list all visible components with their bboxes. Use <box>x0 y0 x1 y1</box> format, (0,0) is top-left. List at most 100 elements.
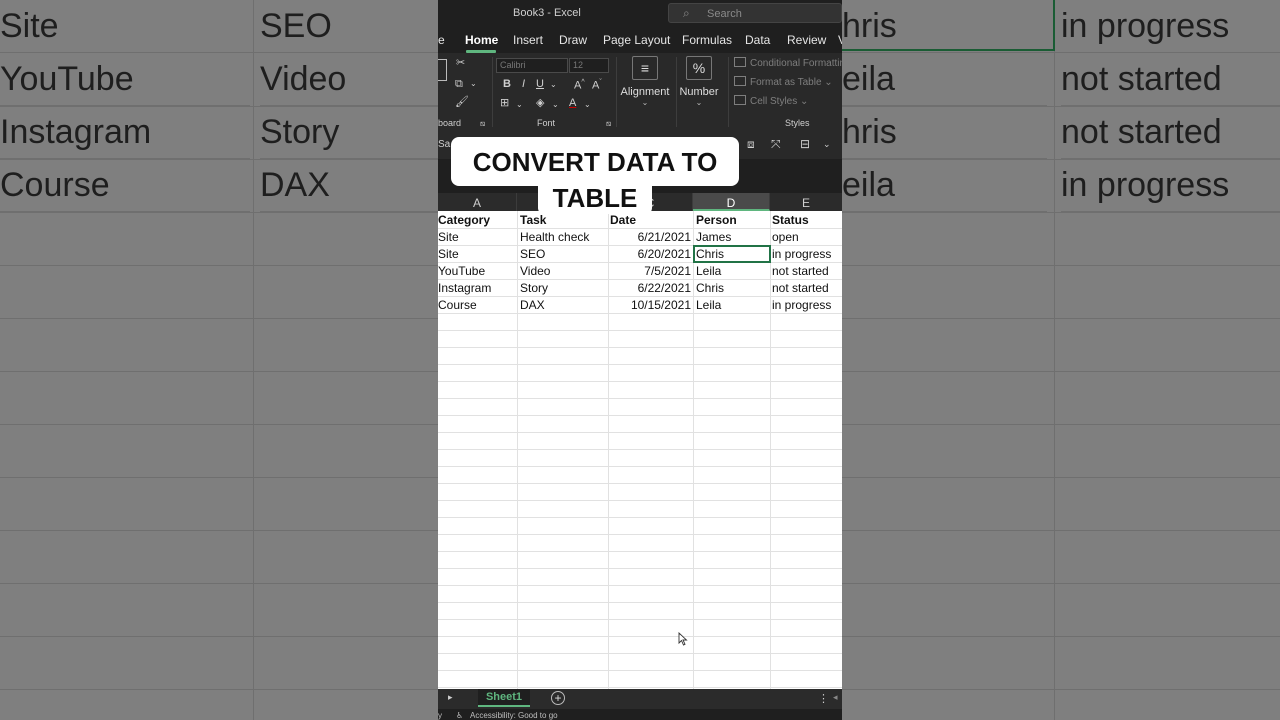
gridline <box>770 211 771 689</box>
table-cell[interactable]: Chris <box>696 279 768 296</box>
copy-caret-icon[interactable]: ⌄ <box>470 78 477 90</box>
paste-icon[interactable] <box>438 59 447 81</box>
filter-sort-icon[interactable]: ⤧ <box>771 137 781 152</box>
font-launcher-icon[interactable]: ⧅ <box>606 118 611 130</box>
underline-icon[interactable]: U <box>536 78 544 90</box>
number-button[interactable]: % Number ⌄ <box>671 56 727 108</box>
ribbon-home: ✂ ⧉ ⌄ 🖌 board ⧅ Calibri 12 B I U ⌄ A^ Aˇ… <box>438 53 842 131</box>
table-cell[interactable]: in progress <box>772 296 842 313</box>
column-header-a[interactable]: A <box>438 193 517 211</box>
fill-caret-icon[interactable]: ⌄ <box>552 99 559 111</box>
table-cell[interactable]: DAX <box>520 296 606 313</box>
table-cell[interactable]: Video <box>520 262 606 279</box>
table-icon[interactable]: ⊟ <box>800 137 810 151</box>
font-color-icon[interactable]: A <box>569 97 576 109</box>
bg-cell: Video <box>260 53 438 106</box>
bg-cell: eila <box>842 159 1047 212</box>
table-cell[interactable]: in progress <box>772 245 842 262</box>
borders-icon[interactable]: ⊞ <box>500 97 509 109</box>
table-cell[interactable]: Instagram <box>438 279 516 296</box>
table-cell[interactable]: James <box>696 228 768 245</box>
accessibility-status[interactable]: Accessibility: Good to go <box>470 711 558 720</box>
cell-header-category[interactable]: Category <box>438 211 516 228</box>
table-cell[interactable]: Leila <box>696 296 768 313</box>
clipboard-launcher-icon[interactable]: ⧅ <box>480 118 485 130</box>
table-cell[interactable]: 6/22/2021 <box>610 279 693 296</box>
cell-styles-icon <box>734 95 746 105</box>
conditional-formatting-button[interactable]: Conditional Formatting <box>734 57 842 69</box>
cut-icon[interactable]: ✂ <box>456 57 465 69</box>
format-painter-icon[interactable]: 🖌 <box>455 96 469 108</box>
table-cell[interactable]: 6/21/2021 <box>610 228 693 245</box>
chevron-down-icon: ⌄ <box>641 98 649 107</box>
tab-page-layout[interactable]: Page Layout <box>603 33 670 47</box>
borders-caret-icon[interactable]: ⌄ <box>516 99 523 111</box>
copy-icon[interactable]: ⧉ <box>455 78 463 90</box>
underline-caret-icon[interactable]: ⌄ <box>550 79 557 91</box>
table-cell[interactable]: 6/20/2021 <box>610 245 693 262</box>
cell-styles-button[interactable]: Cell Styles ⌄ <box>734 95 808 107</box>
search-icon: ⌕ <box>683 6 690 20</box>
tab-formulas[interactable]: Formulas <box>682 33 732 47</box>
bg-gridline <box>842 477 1280 478</box>
bold-icon[interactable]: B <box>503 78 511 90</box>
analyze-data-icon[interactable]: ⧈ <box>747 137 755 152</box>
table-cell[interactable]: Course <box>438 296 516 313</box>
mouse-pointer-icon <box>678 632 688 646</box>
worksheet-grid[interactable]: Category Task Date Person Status Site He… <box>438 211 842 689</box>
customize-caret-icon[interactable]: ⌄ <box>823 139 831 150</box>
search-box[interactable]: ⌕ Search <box>668 3 842 23</box>
tab-draw[interactable]: Draw <box>559 33 587 47</box>
tab-view[interactable]: V <box>838 33 842 47</box>
tab-review[interactable]: Review <box>787 33 826 47</box>
background-zoom-left: Site SEO YouTube Video Instagram Story C… <box>0 0 438 720</box>
gridline <box>438 432 842 433</box>
column-header-d[interactable]: D <box>693 193 770 211</box>
gridline <box>438 602 842 603</box>
conditional-formatting-label: Conditional Formatting <box>750 58 842 69</box>
bg-gridline <box>0 583 438 584</box>
tab-data[interactable]: Data <box>745 33 770 47</box>
bg-cell: Site <box>0 0 250 53</box>
tab-file[interactable]: e <box>438 33 445 47</box>
table-cell[interactable]: 7/5/2021 <box>610 262 693 279</box>
bg-gridline <box>842 583 1280 584</box>
font-color-caret-icon[interactable]: ⌄ <box>584 99 591 111</box>
table-cell[interactable]: open <box>772 228 842 245</box>
add-sheet-icon[interactable]: + <box>551 691 565 705</box>
column-header-e[interactable]: E <box>770 193 842 211</box>
caption-line-1: CONVERT DATA TO <box>451 137 739 186</box>
tab-home[interactable]: Home <box>465 33 498 47</box>
font-name-box[interactable]: Calibri <box>496 58 568 73</box>
sheet-scroll-right-icon[interactable]: ▸ <box>448 692 453 703</box>
sheet-tab-sheet1[interactable]: Sheet1 <box>478 689 530 707</box>
scroll-left-icon[interactable]: ◂ <box>833 692 838 703</box>
cell-header-person[interactable]: Person <box>696 211 768 228</box>
fill-color-icon[interactable]: ◈ <box>536 97 544 109</box>
format-as-table-button[interactable]: Format as Table ⌄ <box>734 76 833 88</box>
table-cell[interactable]: YouTube <box>438 262 516 279</box>
gridline <box>608 211 609 689</box>
more-options-icon[interactable]: ⋮ <box>818 692 829 705</box>
background-zoom-right: hris in progress eila not started hris n… <box>842 0 1280 720</box>
table-cell[interactable]: not started <box>772 279 842 296</box>
table-cell[interactable]: 10/15/2021 <box>610 296 693 313</box>
cell-header-status[interactable]: Status <box>772 211 842 228</box>
italic-icon[interactable]: I <box>522 78 525 90</box>
alignment-button[interactable]: ≡ Alignment ⌄ <box>617 56 673 108</box>
gridline <box>438 330 842 331</box>
table-cell[interactable]: Leila <box>696 262 768 279</box>
font-size-box[interactable]: 12 <box>569 58 609 73</box>
table-cell[interactable]: Health check <box>520 228 606 245</box>
table-cell[interactable]: not started <box>772 262 842 279</box>
tab-insert[interactable]: Insert <box>513 33 543 47</box>
autosave-label[interactable]: Sa <box>438 139 450 150</box>
table-cell[interactable]: Site <box>438 245 516 262</box>
table-cell[interactable]: SEO <box>520 245 606 262</box>
gridline <box>438 415 842 416</box>
table-cell[interactable]: Site <box>438 228 516 245</box>
increase-font-icon[interactable]: A^ <box>574 77 585 92</box>
decrease-font-icon[interactable]: Aˇ <box>592 77 602 92</box>
bg-gridline <box>842 636 1280 637</box>
table-cell[interactable]: Story <box>520 279 606 296</box>
